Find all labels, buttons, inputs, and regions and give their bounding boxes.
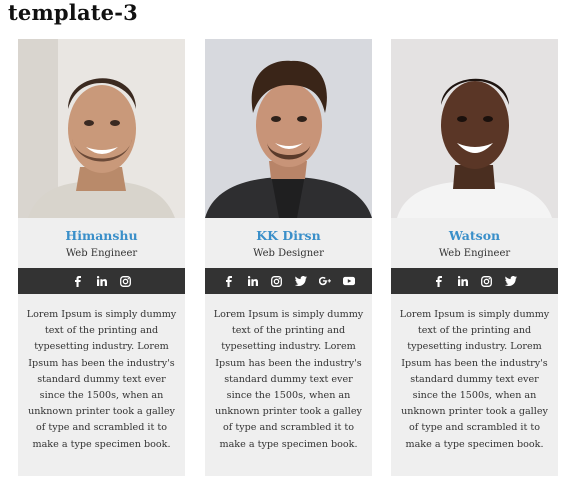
member-name: KK Dirsn [256,228,321,243]
member-name: Watson [448,228,501,243]
member-name: Himanshu [65,228,138,243]
team-card-himanshu: Himanshu Web Engineer Lorem Ipsum is sim… [18,39,185,476]
facebook-icon[interactable] [72,275,84,287]
team-card-kk-dirsn: KK Dirsn Web Designer Lorem Ipsum is sim… [205,39,372,476]
member-role: Web Designer [253,248,324,259]
member-bio: Lorem Ipsum is simply dummy text of the … [213,309,364,450]
linkedin-icon[interactable] [457,275,469,287]
linkedin-icon[interactable] [247,275,259,287]
linkedin-icon[interactable] [96,275,108,287]
profile-photo [391,39,558,218]
member-role: Web Engineer [65,248,138,259]
social-bar [205,268,372,294]
facebook-icon[interactable] [223,275,235,287]
social-bar [18,268,185,294]
team-card-watson: Watson Web Engineer Lorem Ipsum is simpl… [391,39,558,476]
twitter-icon[interactable] [294,275,307,287]
profile-photo [205,39,372,218]
instagram-icon[interactable] [481,275,493,287]
profile-photo-image [18,39,185,218]
twitter-icon[interactable] [504,275,517,287]
social-bar [391,268,558,294]
youtube-icon[interactable] [342,275,355,287]
instagram-icon[interactable] [271,275,283,287]
member-role: Web Engineer [438,248,511,259]
profile-photo-image [391,39,558,218]
facebook-icon[interactable] [433,275,445,287]
member-bio: Lorem Ipsum is simply dummy text of the … [26,309,177,450]
profile-photo [18,39,185,218]
member-bio: Lorem Ipsum is simply dummy text of the … [399,309,550,450]
google-plus-icon[interactable] [318,275,331,287]
instagram-icon[interactable] [120,275,132,287]
page-title: template-3 [8,0,138,25]
profile-photo-image [205,39,372,218]
